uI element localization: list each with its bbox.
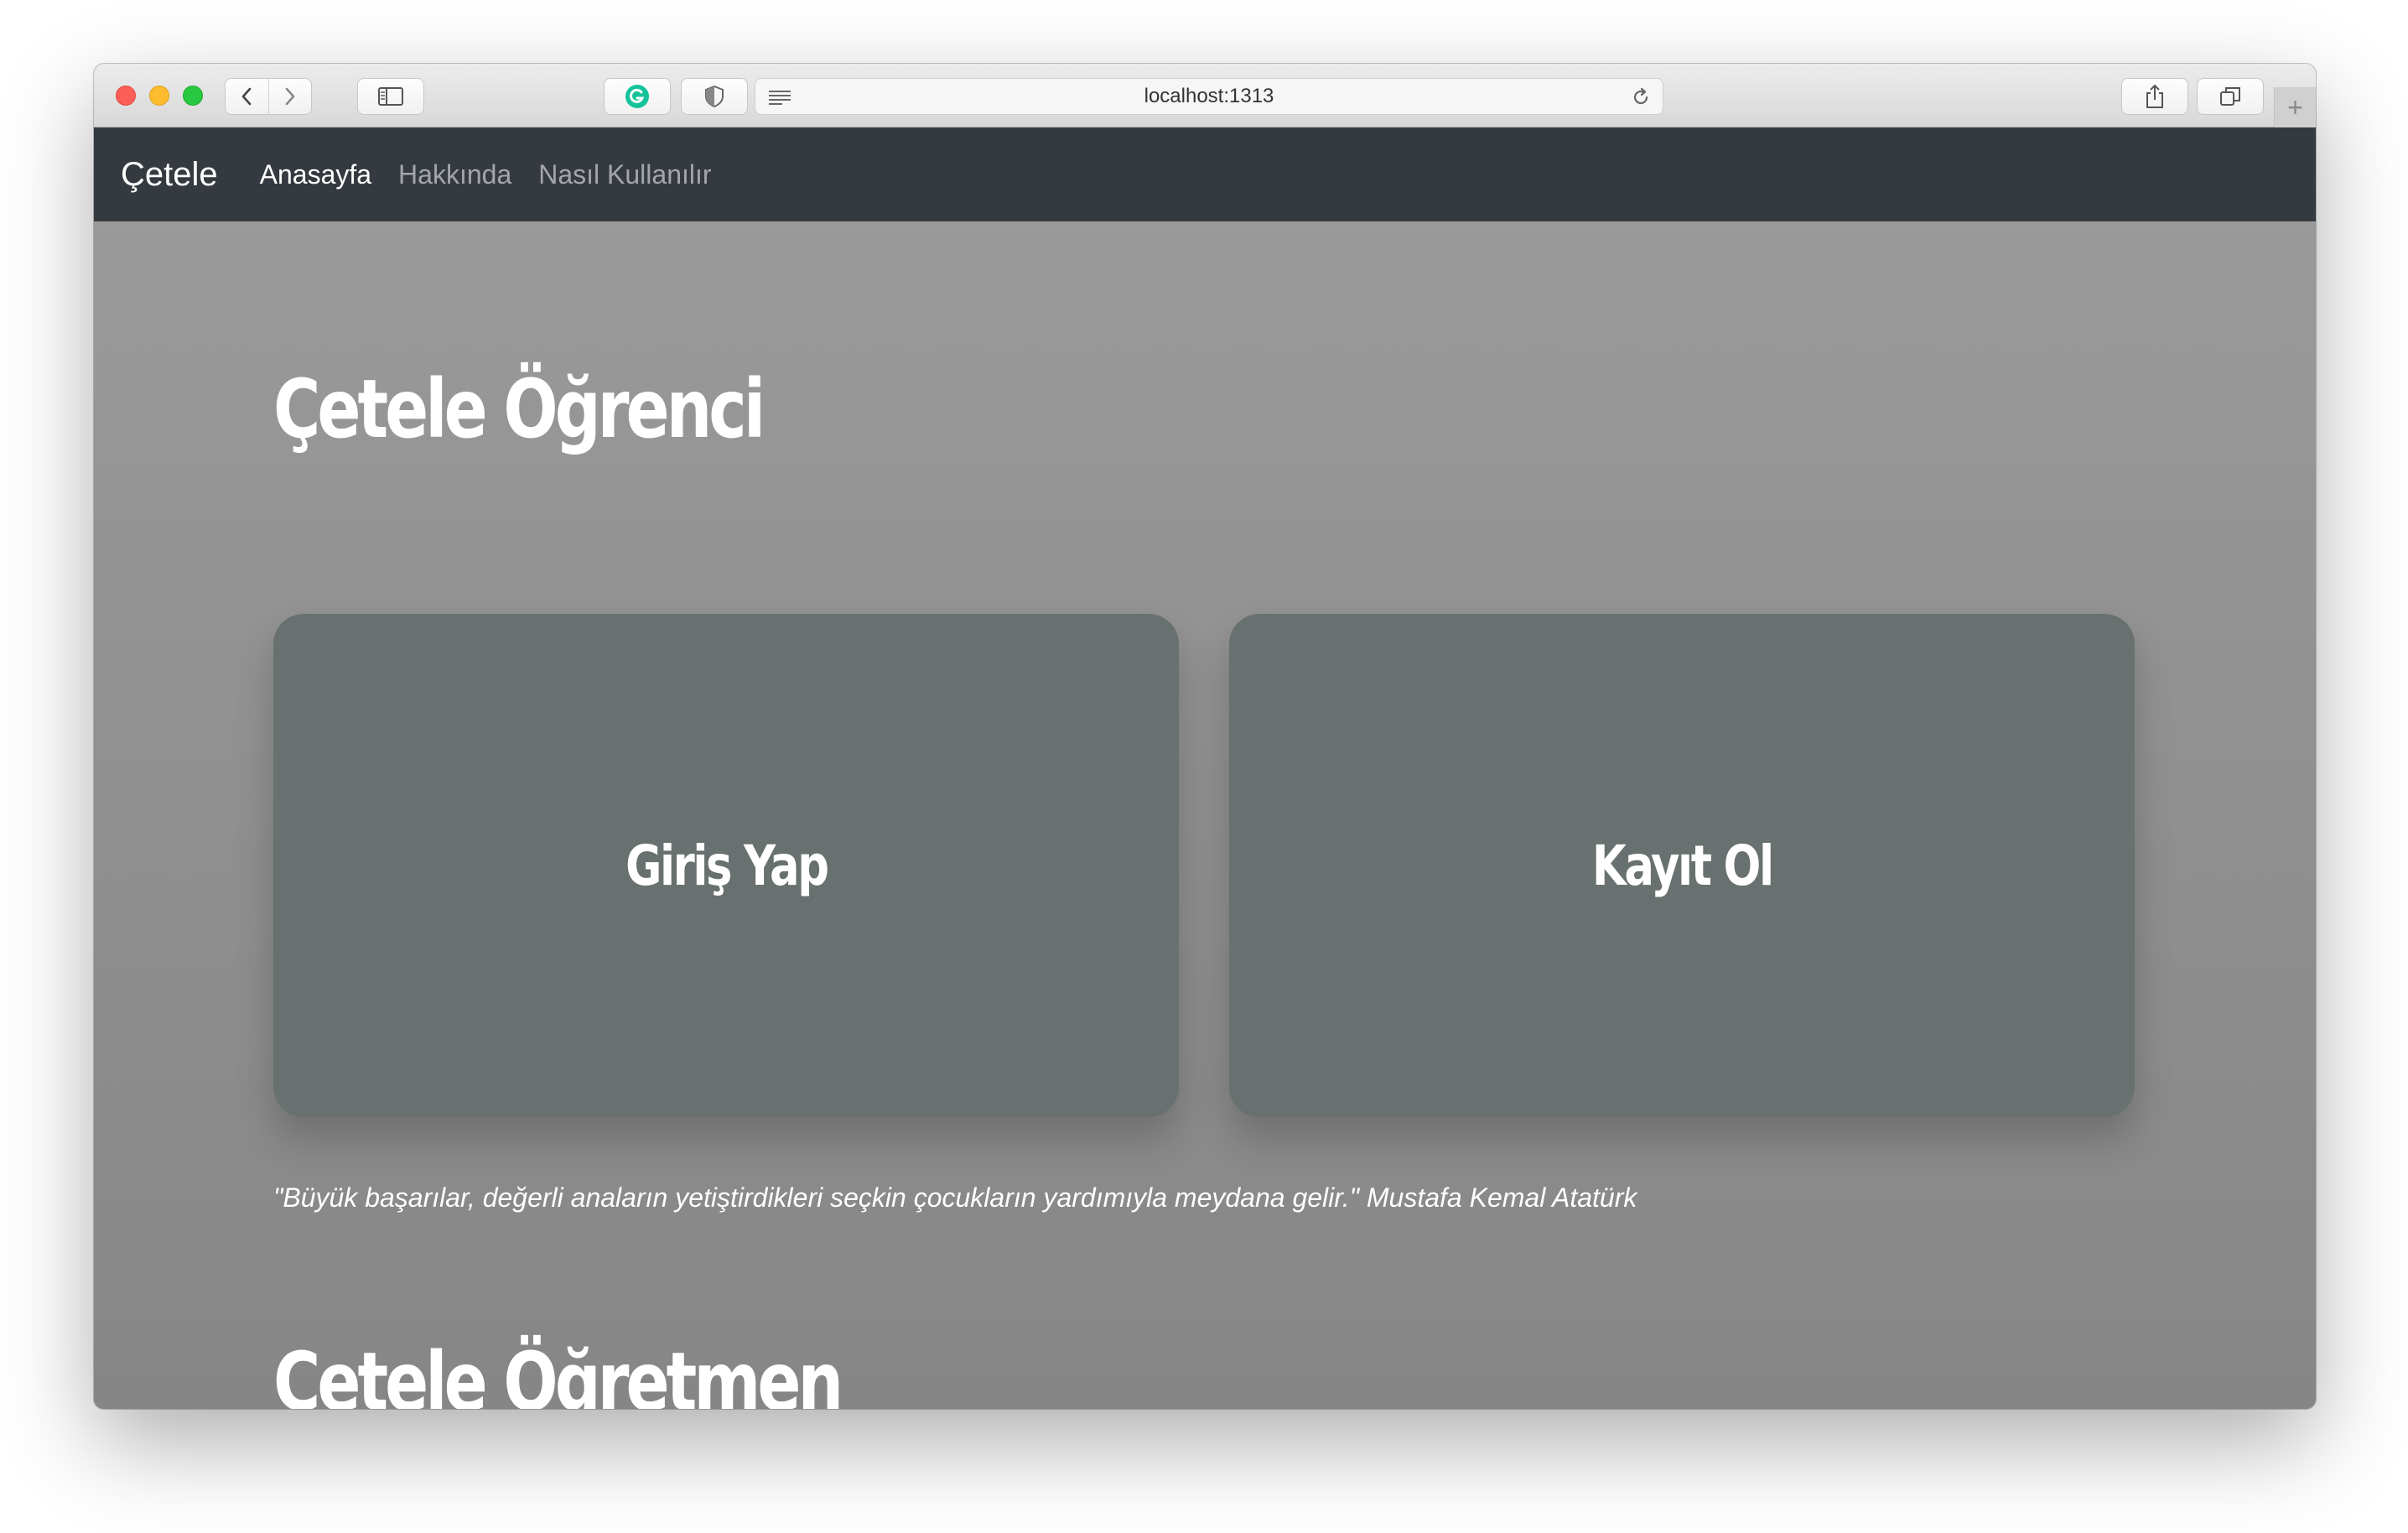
url-text: localhost:1313 (1144, 85, 1274, 107)
login-card-label: Giriş Yap (625, 833, 829, 898)
site-navbar: Çetele Anasayfa Hakkında Nasıl Kullanılı… (94, 127, 2316, 221)
register-card-label: Kayıt Ol (1591, 833, 1774, 898)
nav-link-nasil-kullanilir[interactable]: Nasıl Kullanılır (538, 159, 711, 190)
close-window-button[interactable] (116, 86, 136, 106)
tabs-overview-icon[interactable] (2197, 78, 2264, 115)
login-card[interactable]: Giriş Yap (273, 614, 1179, 1117)
back-icon[interactable] (226, 79, 268, 114)
history-nav-group (225, 78, 312, 115)
nav-link-anasayfa[interactable]: Anasayfa (260, 159, 371, 190)
forward-icon[interactable] (267, 79, 311, 114)
share-icon[interactable] (2121, 78, 2188, 115)
grammarly-extension-icon[interactable] (604, 78, 671, 115)
ataturk-quote: "Büyük başarılar, değerli anaların yetiş… (273, 1182, 1637, 1213)
sidebar-icon[interactable] (357, 78, 424, 115)
browser-toolbar: localhost:1313 + (94, 64, 2316, 127)
address-bar[interactable]: localhost:1313 (755, 78, 1663, 115)
new-tab-button[interactable]: + (2274, 87, 2316, 127)
navbar-brand[interactable]: Çetele (121, 156, 218, 194)
zoom-window-button[interactable] (183, 86, 203, 106)
web-page: Çetele Anasayfa Hakkında Nasıl Kullanılı… (94, 127, 2316, 1409)
teacher-section-title: Çetele Öğretmen (273, 1335, 843, 1409)
nav-link-hakkinda[interactable]: Hakkında (398, 159, 511, 190)
browser-window: localhost:1313 + Çetele Anasayfa Hakkınd… (94, 64, 2316, 1409)
privacy-shield-icon[interactable] (681, 78, 748, 115)
student-section-title: Çetele Öğrenci (273, 362, 765, 456)
reload-icon[interactable] (1631, 87, 1651, 112)
register-card[interactable]: Kayıt Ol (1229, 614, 2135, 1117)
minimize-window-button[interactable] (149, 86, 169, 106)
